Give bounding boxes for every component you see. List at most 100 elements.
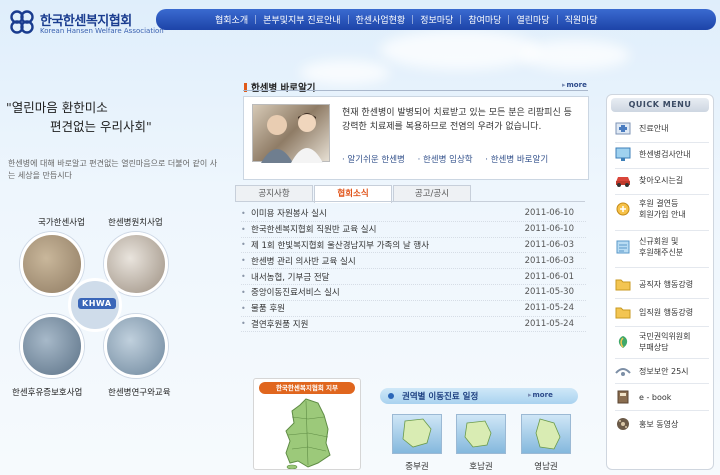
site-logo[interactable]: 한국한센복지협회 Korean Hansen Welfare Associati…	[8, 8, 164, 38]
central-region-map-icon	[402, 418, 432, 448]
nav-item-projects[interactable]: 한센사업현황	[349, 13, 413, 26]
news-title: 한국한센복지협회 직원반 교육 실시	[251, 225, 377, 236]
people-illustration-icon	[261, 113, 323, 163]
tab-notice[interactable]: 공지사항	[235, 185, 313, 202]
nav-item-info[interactable]: 정보마당	[413, 13, 460, 26]
clover-label-aftercare[interactable]: 한센후유증보호사업	[12, 386, 82, 398]
quick-item-label: 후원 결연등 회원가입 안내	[639, 199, 686, 219]
list-item[interactable]: • 이미용 자원봉사 실시 2011-06-10	[241, 206, 586, 222]
news-date: 2011-05-24	[524, 318, 574, 329]
bullet-icon: •	[241, 319, 246, 329]
clover-label-national[interactable]: 국가한센사업	[38, 216, 85, 228]
quick-divider	[615, 142, 709, 143]
car-icon	[613, 171, 633, 189]
quick-item-new-members[interactable]: 신규회원 및 후원해주신분	[613, 236, 711, 258]
link-hansen-clinical[interactable]: 한센병 임상학	[418, 155, 473, 165]
quick-item-directions[interactable]: 찾아오시는길	[613, 171, 711, 189]
region-central-map[interactable]	[392, 414, 442, 454]
section-divider	[243, 90, 588, 91]
quick-item-clinic[interactable]: 진료안내	[613, 119, 711, 137]
bullet-icon: •	[241, 256, 246, 266]
folder-icon	[613, 303, 633, 321]
quick-item-test[interactable]: 한센병검사안내	[613, 145, 711, 163]
news-date: 2011-06-10	[524, 224, 574, 235]
slogan-subtext: 한센병에 대해 바로알고 편견없는 열린마음으로 더불어 같이 사는 세상을 만…	[8, 159, 218, 180]
quick-divider	[615, 383, 709, 384]
list-item[interactable]: • 내서농협, 기부금 전달 2011-06-01	[241, 269, 586, 285]
film-icon	[613, 415, 633, 433]
intro-more-link[interactable]: more	[562, 81, 587, 89]
news-title: 이미용 자원봉사 실시	[251, 209, 327, 220]
mobile-clinic-more-link[interactable]: more	[528, 391, 553, 399]
list-item[interactable]: • 제 1회 한빛복지협회 울산경남지부 가족의 날 행사 2011-06-03	[241, 238, 586, 254]
list-item[interactable]: • 물품 후원 2011-05-24	[241, 301, 586, 317]
news-date: 2011-06-03	[524, 239, 574, 250]
quick-item-anti-corruption[interactable]: 국민권익위원회 부패상담	[613, 331, 711, 353]
quick-item-label: 공직자 행동강령	[639, 279, 694, 289]
news-tabs: 공지사항 협회소식 공고/공시	[235, 185, 585, 203]
quick-item-label: 한센병검사안내	[639, 149, 691, 159]
folder-icon	[613, 275, 633, 293]
quick-item-label: 신규회원 및 후원해주신분	[639, 237, 684, 257]
quick-item-security[interactable]: 정보보안 25시	[613, 362, 711, 380]
section-title-text: 한센병 바로알기	[251, 83, 316, 94]
bullet-icon: •	[241, 303, 246, 313]
quick-item-official-code[interactable]: 공직자 행동강령	[613, 275, 711, 293]
link-easy-hansen[interactable]: 알기쉬운 한센병	[342, 155, 405, 165]
clover-label-hospital[interactable]: 한센병원치사업	[108, 216, 163, 228]
nav-item-participation[interactable]: 참여마당	[461, 13, 508, 26]
quick-item-promo-video[interactable]: 홍보 동영상	[613, 415, 711, 433]
service-clover: KHWA 국가한센사업 한센병원치사업 한센후유증보호사업 한센병연구와교육	[8, 214, 198, 404]
intro-links: 알기쉬운 한센병 한센병 임상학 한센병 바로알기	[342, 153, 558, 165]
quick-item-label: 정보보안 25시	[639, 366, 689, 376]
clinic-icon	[613, 119, 633, 137]
mobile-clinic-title: 권역별 이동진료 일정	[402, 392, 479, 402]
branch-map-header: 한국한센복지협회 지부	[259, 382, 355, 394]
news-title: 물품 후원	[251, 304, 285, 315]
nav-item-branch-clinic[interactable]: 본부및지부 진료안내	[256, 13, 347, 26]
list-item[interactable]: • 한센병 관리 의사반 교육 실시 2011-06-03	[241, 253, 586, 270]
quick-divider	[615, 410, 709, 411]
region-label-yeongnam[interactable]: 영남권	[521, 460, 571, 472]
news-date: 2011-05-30	[524, 287, 574, 298]
quick-item-ebook[interactable]: e - book	[613, 388, 711, 406]
quick-divider	[615, 194, 709, 195]
quick-divider	[615, 326, 709, 327]
khwa-badge: KHWA	[78, 298, 116, 309]
clover-logo-icon	[10, 10, 34, 34]
nav-item-about[interactable]: 협회소개	[208, 13, 255, 26]
region-label-honam[interactable]: 호남권	[456, 460, 506, 472]
region-yeongnam-map[interactable]	[521, 414, 571, 454]
quick-menu: QUICK MENU 진료안내 한센병검사안내 찾아오시는길 후원 결연등 회원…	[606, 94, 714, 470]
ebook-icon	[613, 388, 633, 406]
news-title: 결연후원품 지원	[251, 319, 309, 330]
cloud-decoration	[520, 40, 630, 70]
quick-item-donation[interactable]: 후원 결연등 회원가입 안내	[613, 198, 711, 220]
quick-divider	[615, 298, 709, 299]
intro-box: 현재 한센병이 발병되어 치료받고 있는 모든 분은 리팜피신 등 강력한 치료…	[243, 96, 589, 180]
nav-item-open[interactable]: 열린마당	[509, 13, 556, 26]
nav-item-staff[interactable]: 직원마당	[558, 13, 605, 26]
slogan-line-1: "열린마음 환한미소	[6, 100, 108, 115]
quick-item-label: 찾아오시는길	[639, 175, 684, 185]
list-item[interactable]: • 중앙이동진료서비스 실시 2011-05-30	[241, 285, 586, 301]
list-item[interactable]: • 결연후원품 지원 2011-05-24	[241, 317, 586, 333]
region-label-central[interactable]: 중부권	[392, 460, 442, 472]
quick-divider	[615, 358, 709, 359]
tab-announcements[interactable]: 공고/공시	[393, 185, 471, 202]
news-date: 2011-06-03	[524, 255, 574, 266]
region-honam-map[interactable]	[456, 414, 506, 454]
list-item[interactable]: • 한국한센복지협회 직원반 교육 실시 2011-06-10	[241, 222, 586, 238]
doctor-nurse-photo	[252, 104, 330, 163]
quick-item-label: 임직원 행동강령	[639, 307, 694, 317]
news-title: 중앙이동진료서비스 실시	[251, 288, 340, 299]
clover-label-research[interactable]: 한센병연구와교육	[108, 386, 171, 398]
aftercare-project-photo[interactable]	[20, 314, 84, 378]
bullet-icon: •	[241, 224, 246, 234]
slogan-line-2: 편견없는 우리사회"	[50, 119, 152, 134]
quick-divider	[615, 168, 709, 169]
link-hansen-facts[interactable]: 한센병 바로알기	[485, 155, 548, 165]
quick-item-staff-code[interactable]: 임직원 행동강령	[613, 303, 711, 321]
branch-map-widget[interactable]: 한국한센복지협회 지부	[253, 378, 361, 470]
quick-menu-title: QUICK MENU	[611, 98, 709, 112]
